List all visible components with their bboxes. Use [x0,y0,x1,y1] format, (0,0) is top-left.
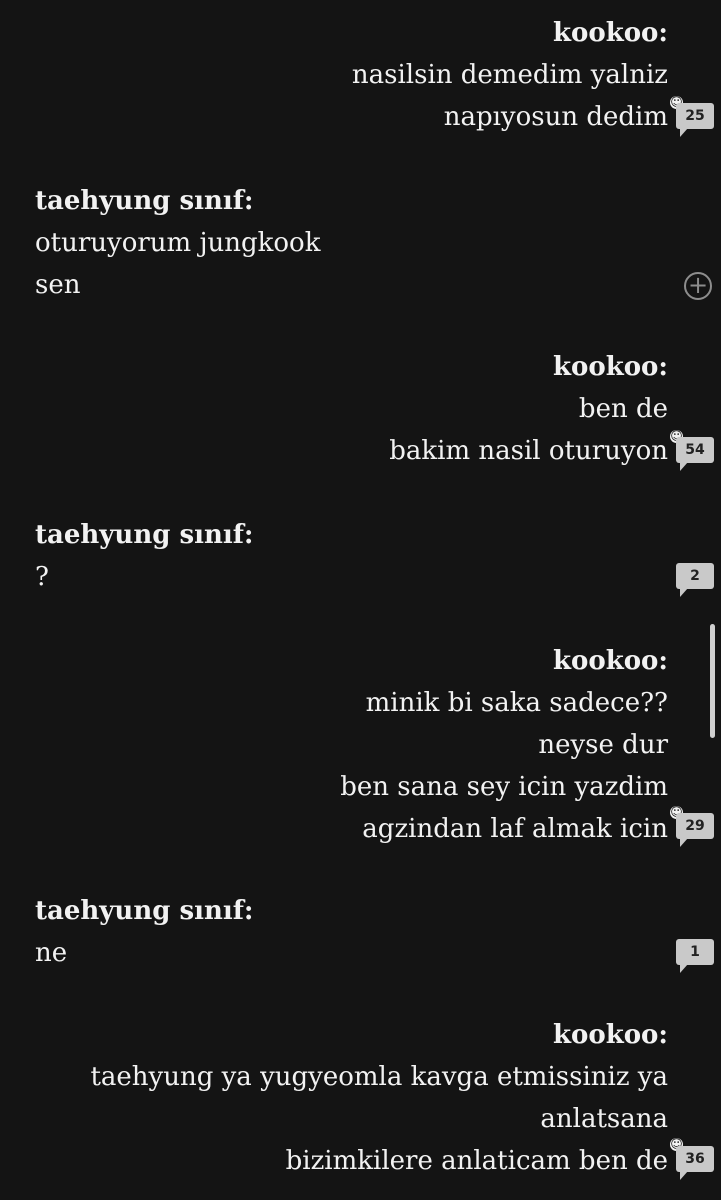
comment-count-bubble[interactable]: 25 [676,103,714,137]
message-block: taehyung sınıf: ne [0,890,721,974]
message-line: agzindan laf almak icin [362,814,668,844]
comment-count-bubble[interactable]: 1 [676,939,714,973]
message-line: ? [35,562,49,592]
message-line: nasilsin demedim yalniz [351,60,668,90]
message-line: napıyosun dedim [443,102,668,132]
message-block: kookoo: taehyung ya yugyeomla kavga etmi… [0,1014,721,1182]
comment-count-bubble[interactable]: 36 [676,1146,714,1180]
message-block: taehyung sınıf: oturuyorum jungkook sen [0,180,721,306]
comment-count-bubble[interactable]: 2 [676,563,714,597]
speaker-name: taehyung sınıf: [35,186,254,216]
message-block: kookoo: ben de bakim nasil oturuyon [0,346,721,472]
message-block: kookoo: nasilsin demedim yalniz napıyosu… [0,12,721,138]
scrollbar[interactable] [710,624,715,738]
message-line: ne [35,938,68,968]
message-line: ben de [578,394,668,424]
speaker-name: kookoo: [553,18,668,48]
message-line: taehyung ya yugyeomla kavga etmissiniz y… [90,1062,668,1092]
message-line: ben sana sey icin yazdim [340,772,668,802]
message-line: neyse dur [538,730,668,760]
comment-count-bubble[interactable]: 54 [676,437,714,471]
speaker-name: kookoo: [553,352,668,382]
comment-count-bubble[interactable]: 29 [676,813,714,847]
message-line: anlatsana [540,1104,668,1134]
speaker-name: kookoo: [553,1020,668,1050]
message-line: sen [35,270,81,300]
message-line: bakim nasil oturuyon [389,436,668,466]
speaker-name: taehyung sınıf: [35,520,254,550]
speaker-name: kookoo: [553,646,668,676]
message-block: kookoo: minik bi saka sadece?? neyse dur… [0,640,721,850]
message-line: bizimkilere anlaticam ben de [285,1146,668,1176]
speaker-name: taehyung sınıf: [35,896,254,926]
message-line: minik bi saka sadece?? [365,688,668,718]
add-comment-icon[interactable]: + [684,272,712,300]
message-block: taehyung sınıf: ? [0,514,721,598]
message-line: oturuyorum jungkook [35,228,321,258]
